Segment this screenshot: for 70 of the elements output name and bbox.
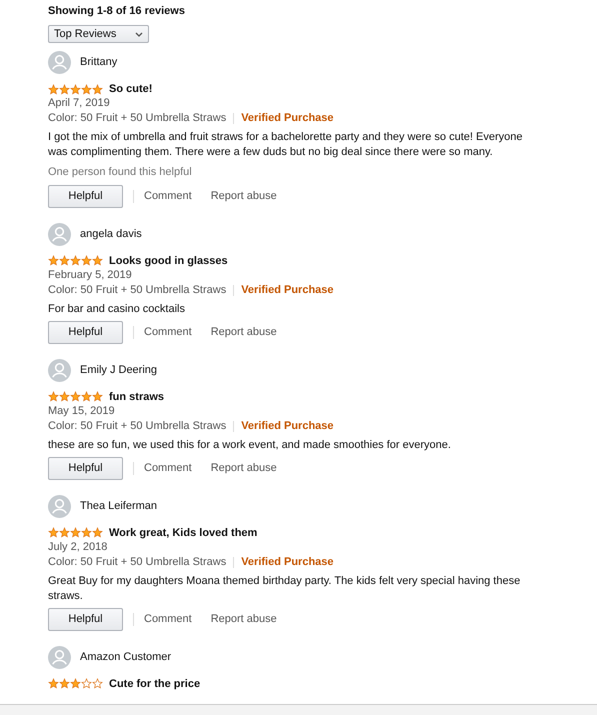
report-abuse-link[interactable]: Report abuse [210,460,277,476]
review-title[interactable]: Work great, Kids loved them [109,526,258,540]
star-icon [70,84,81,94]
report-abuse-link[interactable]: Report abuse [210,188,277,204]
review-title[interactable]: Cute for the price [109,676,200,690]
reviewer-name: Brittany [80,55,118,70]
review-date: February 5, 2019 [48,268,133,282]
review-title[interactable]: fun straws [109,390,164,404]
star-icon [59,527,70,538]
star-icon [48,255,59,266]
reviewer-name: Amazon Customer [80,650,172,665]
star-icon [70,391,81,402]
star-icon [81,255,92,266]
variant-label: Color: 50 Fruit + 50 Umbrella Straws [48,282,226,298]
helpful-button[interactable]: Helpful [48,320,123,344]
helpful-count: One person found this helpful [48,165,193,180]
avatar-icon [48,646,71,668]
review-count-heading: Showing 1-8 of 16 reviews [48,4,186,19]
star-icon [48,391,59,402]
star-icon [59,391,70,402]
report-abuse-link[interactable]: Report abuse [210,324,277,340]
variant-label: Color: 50 Fruit + 50 Umbrella Straws [48,418,226,434]
review-text: For bar and casino cocktails [48,302,186,316]
comment-link[interactable]: Comment [144,460,192,476]
avatar-icon [48,494,71,518]
star-icon [92,527,103,538]
star-icon [59,255,70,266]
verified-purchase-label: Verified Purchase [241,418,334,434]
review-text: I got the mix of umbrella and fruit straws for a bachelorette party and they were so cute! Everyone was complimenting them. There were a few duds but no big deal since there were so many. [48,130,524,160]
star-icon [59,84,70,94]
star-icon [81,527,92,538]
star-icon [48,84,59,94]
avatar-icon [48,358,71,382]
verified-purchase-label: Verified Purchase [241,111,334,126]
sort-dropdown[interactable]: Top Reviews [48,25,149,43]
star-icon [92,255,103,266]
star-icon [48,678,59,689]
star-icon [59,678,70,689]
star-icon [81,391,92,402]
variant-label: Color: 50 Fruit + 50 Umbrella Straws [48,554,226,570]
comment-link[interactable]: Comment [144,188,192,204]
review-date: July 2, 2018 [48,540,108,554]
verified-purchase-label: Verified Purchase [241,282,334,298]
variant-label: Color: 50 Fruit + 50 Umbrella Straws [48,111,226,126]
reviewer-name: Thea Leiferman [80,498,158,514]
review-title[interactable]: So cute! [109,82,152,96]
helpful-button[interactable]: Helpful [48,608,123,630]
avatar-icon [48,51,71,74]
review-text: these are so fun, we used this for a work event, and made smoothies for everyone. [48,438,452,452]
star-icon [70,255,81,266]
star-icon [92,391,103,402]
avatar-icon [48,222,71,246]
reviewer-name: angela davis [80,226,142,242]
verified-purchase-label: Verified Purchase [241,554,334,570]
review-title[interactable]: Looks good in glasses [109,254,228,268]
star-icon [81,84,92,94]
review-text: Great Buy for my daughters Moana themed birthday party. The kids felt very special having these straws. [48,574,522,604]
comment-link[interactable]: Comment [144,610,192,628]
reviewer-name: Emily J Deering [80,362,158,378]
helpful-button[interactable]: Helpful [48,184,123,208]
review-date: April 7, 2019 [48,96,111,111]
star-icon [70,527,81,538]
star-icon [48,527,59,538]
star-icon [70,678,81,689]
review-date: May 15, 2019 [48,404,116,418]
helpful-button[interactable]: Helpful [48,456,123,480]
star-icon [92,84,103,94]
comment-link[interactable]: Comment [144,324,192,340]
report-abuse-link[interactable]: Report abuse [210,610,277,628]
chevron-down-icon [135,32,143,36]
